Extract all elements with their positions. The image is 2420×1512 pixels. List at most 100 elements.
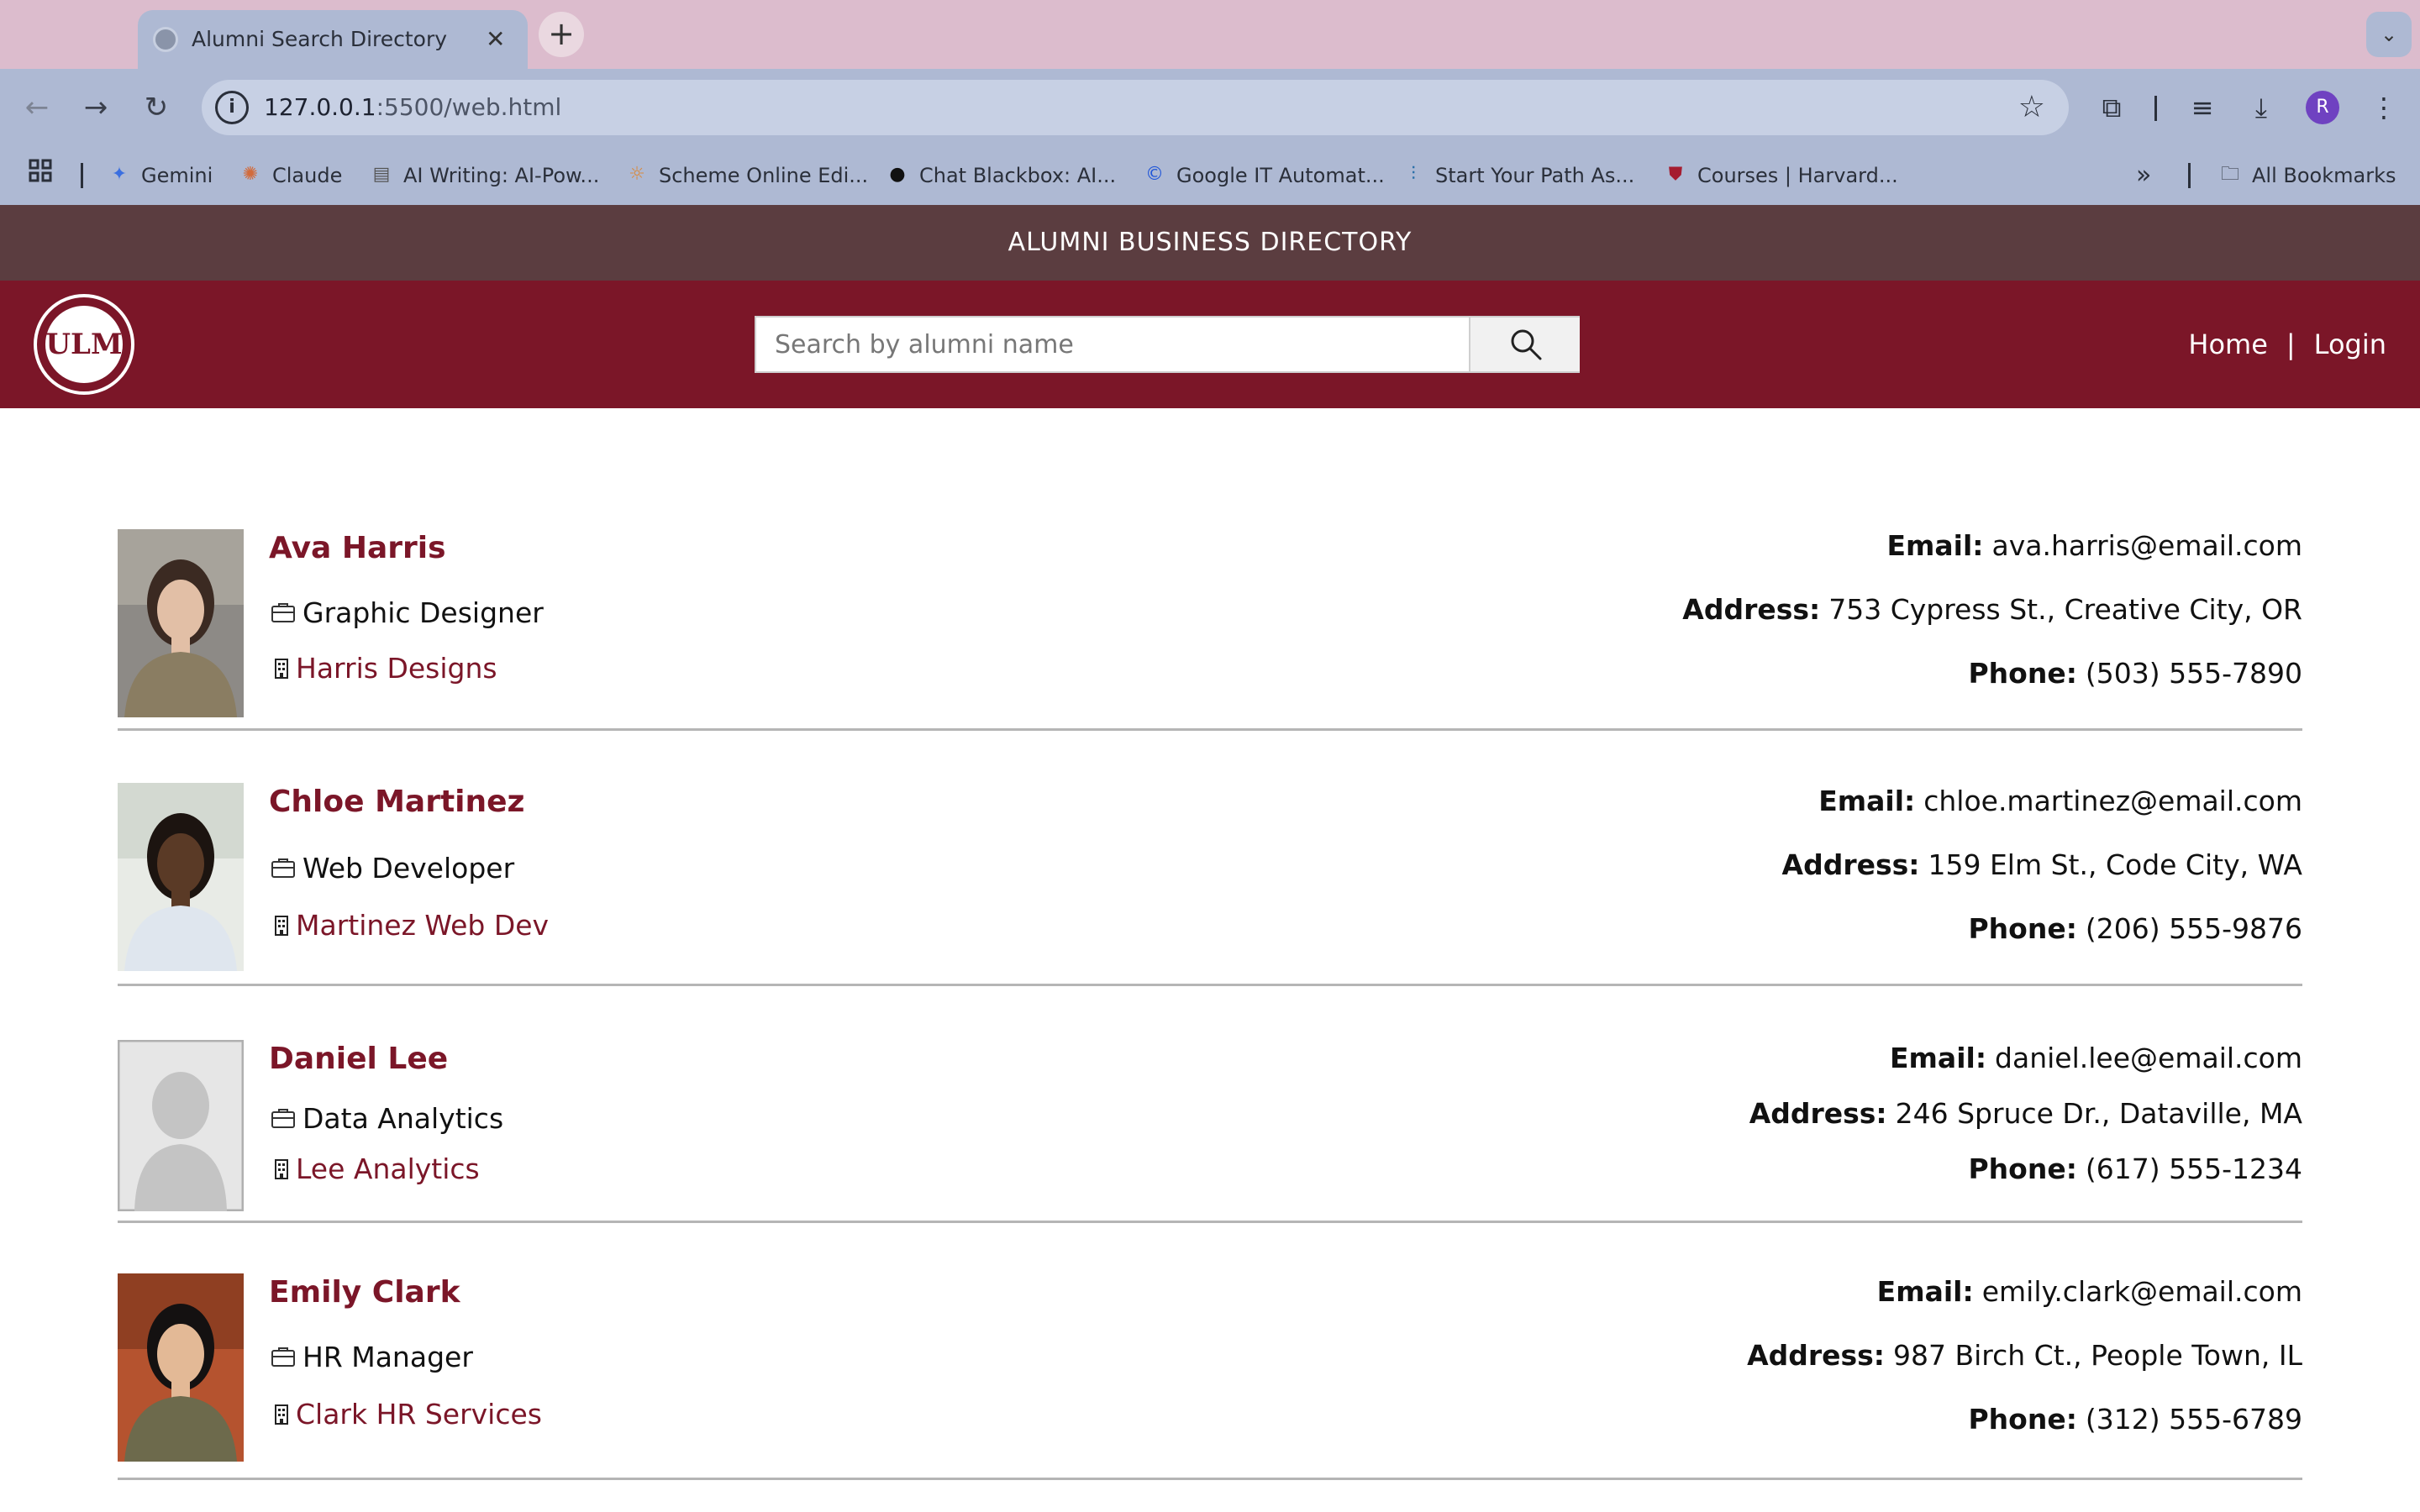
alumni-company[interactable]: Martinez Web Dev: [274, 909, 549, 942]
bookmarks-divider: [81, 163, 83, 188]
alumni-email: Email: emily.clark@email.com: [1877, 1275, 2302, 1308]
alumni-email: Email: ava.harris@email.com: [1886, 529, 2302, 562]
email-value[interactable]: emily.clark@email.com: [1982, 1275, 2302, 1308]
url-text[interactable]: 127.0.0.1:5500/web.html: [264, 80, 561, 135]
extensions-icon[interactable]: ⧉: [2091, 69, 2133, 146]
back-button[interactable]: ←: [13, 69, 60, 146]
tab-search-button[interactable]: ⌄: [2366, 12, 2412, 57]
alumni-name[interactable]: Daniel Lee: [269, 1042, 448, 1076]
new-tab-button[interactable]: +: [539, 12, 584, 57]
alumni-email: Email: daniel.lee@email.com: [1890, 1042, 2302, 1074]
alumni-job-title: Graphic Designer: [271, 596, 544, 629]
browser-toolbar: ← → ↻ i 127.0.0.1:5500/web.html ☆ ⧉ ≡ ⤓ …: [0, 69, 2420, 146]
site-banner-title: ALUMNI BUSINESS DIRECTORY: [1007, 228, 1413, 257]
bookmarks-bar: ✦ Gemini ✺ Claude ▤ AI Writing: AI-Pow... ☼ Sch…: [0, 146, 2420, 205]
site-info-icon[interactable]: i: [215, 91, 249, 124]
alumni-phone: Phone: (312) 555-6789: [1968, 1403, 2302, 1436]
bookmark-label: Gemini: [141, 164, 213, 187]
alumni-name[interactable]: Ava Harris: [269, 531, 446, 565]
bookmark-item[interactable]: ✦ Gemini: [108, 146, 213, 205]
search-input[interactable]: [756, 318, 1469, 371]
nav-home-link[interactable]: Home: [2188, 328, 2268, 360]
chevron-down-icon: ⌄: [2380, 23, 2398, 46]
alumni-job-title: HR Manager: [271, 1341, 473, 1373]
download-icon[interactable]: ⤓: [2240, 69, 2282, 146]
gemini-icon: ✦: [111, 164, 128, 185]
phone-value[interactable]: (617) 555-1234: [2086, 1152, 2302, 1185]
alumni-address: Address: 753 Cypress St., Creative City, …: [1682, 593, 2302, 626]
bookmark-item[interactable]: ● Chat Blackbox: AI...: [886, 146, 1116, 205]
reload-icon: ↻: [144, 91, 169, 124]
all-bookmarks-folder[interactable]: 🗀 All Bookmarks: [2218, 146, 2396, 205]
phone-label: Phone:: [1968, 912, 2077, 945]
bookmark-label: Google IT Automat...: [1176, 164, 1385, 187]
email-value[interactable]: daniel.lee@email.com: [1995, 1042, 2302, 1074]
globe-icon: [153, 27, 178, 52]
company-link[interactable]: Clark HR Services: [296, 1398, 542, 1431]
address-label: Address:: [1747, 1339, 1885, 1372]
browser-tab-active[interactable]: Alumni Search Directory ✕: [138, 10, 528, 69]
arrow-right-icon: →: [83, 91, 108, 124]
alumni-photo: [118, 1273, 244, 1462]
media-controls-icon[interactable]: ≡: [2181, 69, 2223, 146]
alumni-company[interactable]: Harris Designs: [274, 652, 497, 685]
alumni-name[interactable]: Emily Clark: [269, 1275, 460, 1310]
bookmark-item[interactable]: ⛊ Courses | Harvard...: [1664, 146, 1898, 205]
bookmark-label: AI Writing: AI-Pow...: [403, 164, 600, 187]
alumni-entry: Ava Harris Graphic Designer Harris Designs…: [118, 504, 2302, 731]
phone-value[interactable]: (312) 555-6789: [2086, 1403, 2302, 1436]
logo-text: ULM: [45, 306, 123, 383]
search-bar: [755, 316, 1580, 373]
alumni-name[interactable]: Chloe Martinez: [269, 785, 525, 819]
address-bar[interactable]: i 127.0.0.1:5500/web.html ☆: [202, 80, 2069, 135]
harvard-shield-icon: ⛊: [1668, 164, 1683, 185]
bookmark-item[interactable]: ✺ Claude: [239, 146, 343, 205]
briefcase-icon: [271, 602, 295, 622]
phone-value[interactable]: (503) 555-7890: [2086, 657, 2302, 690]
bookmarks-divider: [2188, 163, 2191, 188]
bookmark-label: Claude: [272, 164, 343, 187]
cisco-icon: ⫶: [1411, 164, 1416, 185]
phone-label: Phone:: [1968, 657, 2077, 690]
address-value: 246 Spruce Dr., Dataville, MA: [1895, 1097, 2302, 1130]
address-value: 159 Elm St., Code City, WA: [1928, 848, 2302, 881]
company-link[interactable]: Harris Designs: [296, 652, 497, 685]
alumni-entry: Daniel Lee Data Analytics Lee Analytics Ema…: [118, 986, 2302, 1223]
bookmark-item[interactable]: ▤ AI Writing: AI-Pow...: [370, 146, 600, 205]
reload-button[interactable]: ↻: [133, 69, 180, 146]
alumni-entry: Emily Clark HR Manager Clark HR Services Em…: [118, 1223, 2302, 1480]
bookmark-item[interactable]: ☼ Scheme Online Edi...: [625, 146, 868, 205]
more-bookmarks-chevron-icon[interactable]: »: [2136, 146, 2151, 205]
nav-login-link[interactable]: Login: [2314, 328, 2386, 360]
close-tab-icon[interactable]: ✕: [486, 10, 505, 69]
company-link[interactable]: Martinez Web Dev: [296, 909, 549, 942]
profile-avatar[interactable]: R: [2306, 91, 2339, 124]
company-link[interactable]: Lee Analytics: [296, 1152, 480, 1185]
apps-grid-icon[interactable]: [29, 146, 52, 205]
alumni-phone: Phone: (617) 555-1234: [1968, 1152, 2302, 1185]
briefcase-icon: [271, 858, 295, 878]
university-logo[interactable]: ULM: [34, 294, 134, 395]
bookmark-label: Start Your Path As...: [1435, 164, 1635, 187]
phone-label: Phone:: [1968, 1403, 2077, 1436]
bookmark-label: Scheme Online Edi...: [659, 164, 869, 187]
job-title-text: Web Developer: [302, 852, 515, 885]
email-value[interactable]: ava.harris@email.com: [1992, 529, 2303, 562]
phone-value[interactable]: (206) 555-9876: [2086, 912, 2302, 945]
forward-button[interactable]: →: [72, 69, 119, 146]
briefcase-icon: [271, 1347, 295, 1367]
address-label: Address:: [1749, 1097, 1887, 1130]
search-button[interactable]: [1469, 318, 1580, 371]
blackbox-icon: ●: [889, 164, 906, 185]
alumni-company[interactable]: Lee Analytics: [274, 1152, 480, 1185]
job-title-text: Graphic Designer: [302, 596, 544, 629]
email-value[interactable]: chloe.martinez@email.com: [1923, 785, 2302, 817]
bookmark-item[interactable]: ⫶ Start Your Path As...: [1402, 146, 1634, 205]
bookmark-item[interactable]: © Google IT Automat...: [1143, 146, 1385, 205]
bookmark-label: Courses | Harvard...: [1697, 164, 1898, 187]
alumni-company[interactable]: Clark HR Services: [274, 1398, 542, 1431]
menu-kebab-icon[interactable]: ⋮: [2363, 69, 2405, 146]
nav-separator: |: [2286, 328, 2296, 360]
bookmark-star-icon[interactable]: ☆: [2018, 80, 2045, 135]
folder-icon: 🗀: [2220, 164, 2239, 185]
